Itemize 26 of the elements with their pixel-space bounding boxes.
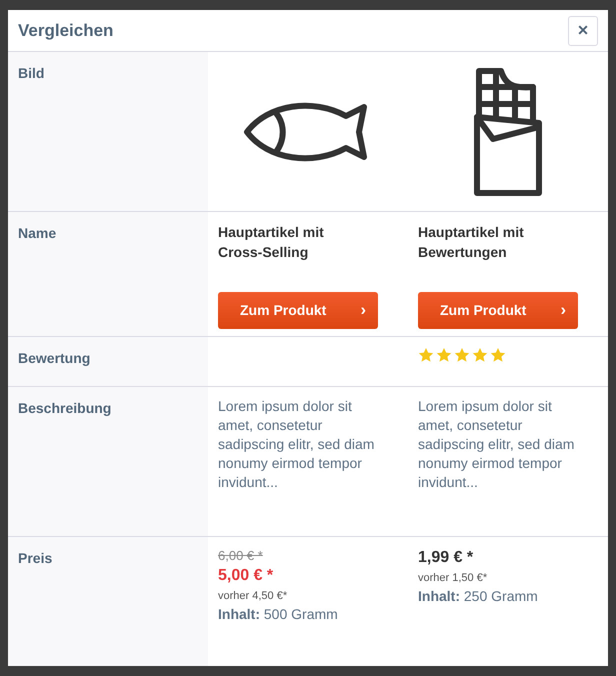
dialog-title: Vergleichen [18, 20, 114, 42]
row-label: Preis [18, 550, 52, 566]
row-label: Bild [18, 65, 44, 81]
price: 5,00 € * [218, 566, 274, 586]
product-description: Lorem ipsum dolor sit amet, consetetur sadipscing elitr, sed diam nonumy eirmod tempor invidunt... [418, 397, 576, 492]
star-icon [418, 347, 434, 363]
product-button[interactable]: Zum Produkt › [218, 292, 378, 329]
reference-price: vorher 4,50 €* [218, 589, 288, 604]
content-amount: Inhalt: 250 Gramm [418, 587, 538, 606]
product-description: Lorem ipsum dolor sit amet, consetetur sadipscing elitr, sed diam nonumy eirmod tempor invidunt... [218, 397, 376, 492]
reference-price: vorher 1,50 €* [418, 571, 488, 586]
star-icon [490, 347, 506, 363]
row-label: Beschreibung [18, 400, 112, 416]
star-icon [454, 347, 470, 363]
price: 1,99 € * [418, 548, 474, 568]
star-icon [472, 347, 488, 363]
old-price: 6,00 € * [218, 547, 263, 565]
close-button[interactable]: × [568, 16, 598, 46]
product-name: Hauptartikel mit Cross-Selling [218, 223, 325, 262]
chocolate-bar-icon [473, 66, 543, 196]
product-button[interactable]: Zum Produkt › [418, 292, 578, 329]
product-name: Hauptartikel mit Bewertungen [418, 223, 525, 262]
row-label: Name [18, 225, 56, 241]
content-amount: Inhalt: 500 Gramm [218, 605, 338, 624]
star-icon [436, 347, 452, 363]
row-label: Bewertung [18, 350, 90, 366]
